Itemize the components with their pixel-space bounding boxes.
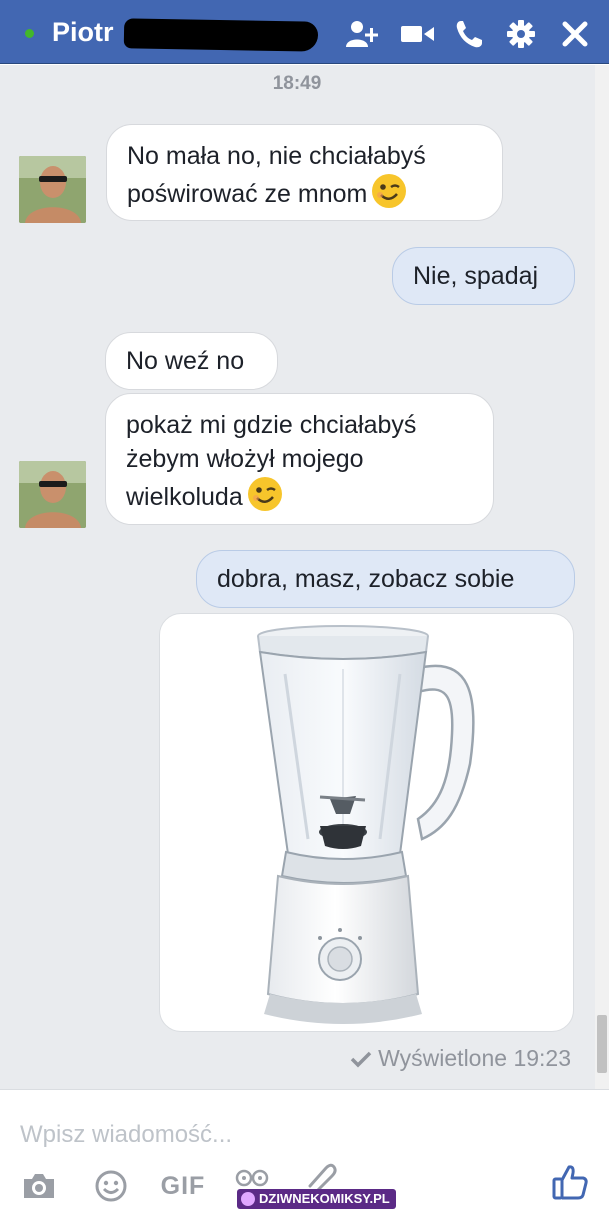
- camera-icon[interactable]: [20, 1166, 58, 1206]
- video-call-icon[interactable]: [401, 17, 435, 51]
- message-bubble-outgoing[interactable]: Nie, spadaj: [392, 247, 575, 305]
- watermark-logo-icon: [241, 1192, 255, 1206]
- message-bubble-incoming[interactable]: No weź no: [105, 332, 278, 390]
- message-input[interactable]: [18, 1120, 502, 1150]
- close-icon[interactable]: [558, 17, 592, 51]
- avatar[interactable]: [19, 461, 86, 528]
- timestamp: 18:49: [272, 73, 322, 94]
- blender-image: [257, 625, 475, 1024]
- phone-icon[interactable]: [452, 17, 486, 51]
- image-message[interactable]: [159, 613, 574, 1032]
- add-people-icon[interactable]: [346, 17, 380, 51]
- wink-emoji-icon: [372, 174, 407, 208]
- message-text: No weź no: [126, 347, 245, 375]
- online-status-icon: [25, 29, 34, 38]
- watermark-text: DZIWNEKOMIKSY.PL: [259, 1191, 390, 1206]
- message-bubble-outgoing[interactable]: dobra, masz, zobacz sobie: [196, 550, 575, 608]
- scrollbar-thumb[interactable]: [597, 1015, 607, 1073]
- gif-button[interactable]: GIF: [160, 1166, 206, 1206]
- seen-text: Wyświetlone 19:23: [378, 1045, 571, 1071]
- gif-label: GIF: [160, 1171, 206, 1200]
- wink-emoji-icon: [247, 477, 282, 511]
- check-icon: [350, 1051, 372, 1067]
- scrollbar[interactable]: [595, 65, 609, 1089]
- redaction-bar: [123, 18, 319, 52]
- contact-name[interactable]: Piotr: [52, 16, 114, 48]
- conversation-area: 18:49 No mała no, nie chciałabyś poświro…: [0, 65, 609, 1089]
- like-thumb-icon[interactable]: [550, 1162, 590, 1202]
- seen-status: Wyświetlone 19:23: [350, 1045, 571, 1072]
- chat-header: Piotr: [0, 0, 609, 64]
- message-bubble-incoming[interactable]: pokaż mi gdzie chciałabyś żebym włożył m…: [105, 393, 494, 525]
- composer: GIF DZIWNEKOMIKSY.PL: [0, 1089, 609, 1210]
- settings-icon[interactable]: [504, 17, 538, 51]
- message-bubble-incoming[interactable]: No mała no, nie chciałabyś poświrować ze…: [106, 124, 503, 221]
- message-text: Nie, spadaj: [413, 262, 539, 290]
- message-text: dobra, masz, zobacz sobie: [217, 565, 515, 593]
- avatar[interactable]: [19, 156, 86, 223]
- emoji-icon[interactable]: [93, 1166, 129, 1206]
- watermark: DZIWNEKOMIKSY.PL: [237, 1189, 396, 1209]
